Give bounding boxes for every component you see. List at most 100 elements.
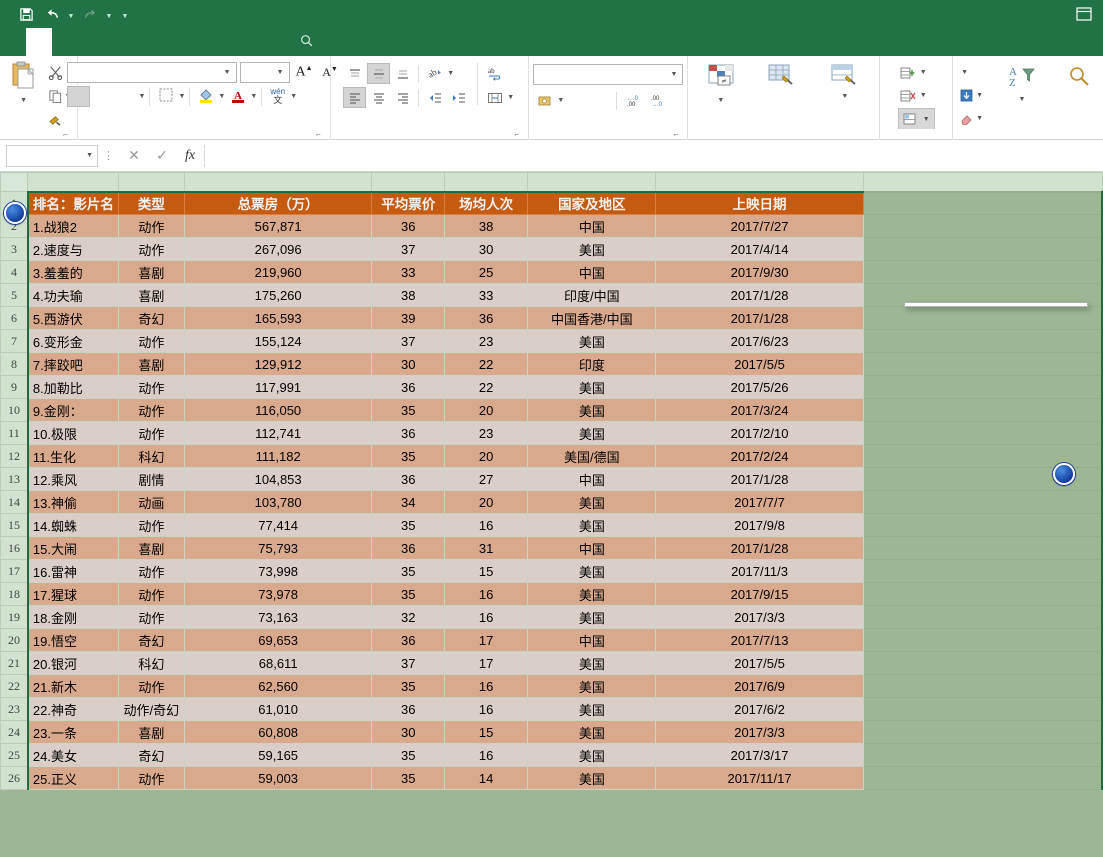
cell-h9[interactable] [862, 375, 1103, 399]
cell-g13[interactable]: 2017/1/28 [655, 467, 864, 491]
cell-d22[interactable]: 35 [371, 674, 446, 698]
cell-b17[interactable]: 动作 [117, 559, 185, 583]
cell-e5[interactable]: 33 [444, 283, 529, 307]
cell-b25[interactable]: 奇幻 [117, 743, 185, 767]
paste-dropdown-icon[interactable]: ▼ [20, 97, 27, 104]
header-cell-e[interactable]: 场均人次 [444, 190, 529, 215]
cell-f2[interactable]: 中国 [527, 214, 657, 238]
cell-styles-button[interactable]: ▼ [814, 61, 876, 102]
cell-a12[interactable]: 11.生化 [26, 444, 119, 468]
cancel-icon[interactable]: ✕ [120, 145, 148, 167]
format-dropdown-icon[interactable]: ▼ [923, 116, 930, 123]
conditional-formatting-dropdown-icon[interactable]: ▼ [717, 97, 724, 104]
insert-dropdown-icon[interactable]: ▼ [920, 69, 927, 76]
tab-formulas[interactable] [104, 28, 130, 56]
cell-f26[interactable]: 美国 [527, 766, 657, 790]
cell-f8[interactable]: 印度 [527, 352, 657, 376]
increase-font-size-button[interactable]: A▲ [293, 62, 316, 83]
cell-a10[interactable]: 9.金刚： [26, 398, 119, 422]
cell-c13[interactable]: 104,853 [183, 467, 373, 491]
cell-g4[interactable]: 2017/9/30 [655, 260, 864, 284]
cell-g8[interactable]: 2017/5/5 [655, 352, 864, 376]
number-dialog-launcher[interactable]: ⌐ [671, 130, 680, 139]
row-header-16[interactable]: 16 [0, 536, 29, 560]
column-header-g[interactable] [655, 172, 864, 192]
row-header-24[interactable]: 24 [0, 720, 29, 744]
cell-g25[interactable]: 2017/3/17 [655, 743, 864, 767]
cell-g6[interactable]: 2017/1/28 [655, 306, 864, 330]
cell-d3[interactable]: 37 [371, 237, 446, 261]
cell-d24[interactable]: 30 [371, 720, 446, 744]
cell-e17[interactable]: 15 [444, 559, 529, 583]
cell-a8[interactable]: 7.摔跤吧 [26, 352, 119, 376]
header-cell-c[interactable]: 总票房（万） [183, 190, 373, 215]
cell-a22[interactable]: 21.新木 [26, 674, 119, 698]
cell-g15[interactable]: 2017/9/8 [655, 513, 864, 537]
cell-g14[interactable]: 2017/7/7 [655, 490, 864, 514]
cell-b10[interactable]: 动作 [117, 398, 185, 422]
decrease-decimal-button[interactable]: .00 →.0 [645, 90, 668, 111]
cell-a4[interactable]: 3.羞羞的 [26, 260, 119, 284]
tab-page-layout[interactable] [78, 28, 104, 56]
comma-style-button[interactable] [589, 90, 612, 111]
clear-dropdown-icon[interactable]: ▼ [976, 115, 983, 122]
cell-a21[interactable]: 20.银河 [26, 651, 119, 675]
clipboard-dialog-launcher[interactable]: ⌐ [61, 130, 70, 139]
cell-c14[interactable]: 103,780 [183, 490, 373, 514]
cell-g11[interactable]: 2017/2/10 [655, 421, 864, 445]
row-header-17[interactable]: 17 [0, 559, 29, 583]
fill-color-dropdown-icon[interactable]: ▼ [218, 93, 225, 100]
cell-g17[interactable]: 2017/11/3 [655, 559, 864, 583]
cell-h17[interactable] [862, 559, 1103, 583]
fill-dropdown-icon[interactable]: ▼ [976, 92, 983, 99]
tab-addins[interactable] [208, 28, 234, 56]
cell-h3[interactable] [862, 237, 1103, 261]
orientation-dropdown-icon[interactable]: ▼ [447, 70, 454, 77]
cell-f18[interactable]: 美国 [527, 582, 657, 606]
ribbon-display-options-icon[interactable] [1075, 5, 1093, 23]
cell-g12[interactable]: 2017/2/24 [655, 444, 864, 468]
column-header-d[interactable] [371, 172, 446, 192]
cell-e12[interactable]: 20 [444, 444, 529, 468]
cell-c17[interactable]: 73,998 [183, 559, 373, 583]
font-dialog-launcher[interactable]: ⌐ [314, 130, 323, 139]
cell-c9[interactable]: 117,991 [183, 375, 373, 399]
cell-f3[interactable]: 美国 [527, 237, 657, 261]
cell-a9[interactable]: 8.加勒比 [26, 375, 119, 399]
header-cell-d[interactable]: 平均票价 [371, 190, 446, 215]
tab-team[interactable] [260, 28, 286, 56]
cell-e19[interactable]: 16 [444, 605, 529, 629]
cell-h21[interactable] [862, 651, 1103, 675]
bold-button[interactable] [66, 86, 90, 107]
cell-b26[interactable]: 动作 [117, 766, 185, 790]
merge-center-button[interactable]: ▼ [485, 87, 516, 108]
cell-b16[interactable]: 喜剧 [117, 536, 185, 560]
font-size-combo[interactable]: ▼ [239, 62, 290, 83]
cell-f25[interactable]: 美国 [527, 743, 657, 767]
row-header-9[interactable]: 9 [0, 375, 29, 399]
cell-d9[interactable]: 36 [371, 375, 446, 399]
chevron-down-icon[interactable]: ▼ [667, 71, 680, 78]
column-header-f[interactable] [527, 172, 657, 192]
cell-d21[interactable]: 37 [371, 651, 446, 675]
cell-d14[interactable]: 34 [371, 490, 446, 514]
column-header-e[interactable] [444, 172, 529, 192]
cell-f12[interactable]: 美国/德国 [527, 444, 657, 468]
chevron-down-icon[interactable]: ▼ [274, 69, 287, 76]
cell-c8[interactable]: 129,912 [183, 352, 373, 376]
cell-h6[interactable] [862, 306, 1103, 330]
cell-g18[interactable]: 2017/9/15 [655, 582, 864, 606]
cell-a25[interactable]: 24.美女 [26, 743, 119, 767]
cell-f11[interactable]: 美国 [527, 421, 657, 445]
row-header-5[interactable]: 5 [0, 283, 29, 307]
cell-b5[interactable]: 喜剧 [117, 283, 185, 307]
cell-e25[interactable]: 16 [444, 743, 529, 767]
underline-dropdown-icon[interactable]: ▼ [139, 93, 146, 100]
cell-f6[interactable]: 中国香港/中国 [527, 306, 657, 330]
cell-h24[interactable] [862, 720, 1103, 744]
cell-b18[interactable]: 动作 [117, 582, 185, 606]
chevron-down-icon[interactable]: ▼ [86, 152, 93, 159]
align-top-button[interactable] [343, 63, 366, 84]
row-header-15[interactable]: 15 [0, 513, 29, 537]
redo-icon[interactable] [78, 3, 102, 25]
